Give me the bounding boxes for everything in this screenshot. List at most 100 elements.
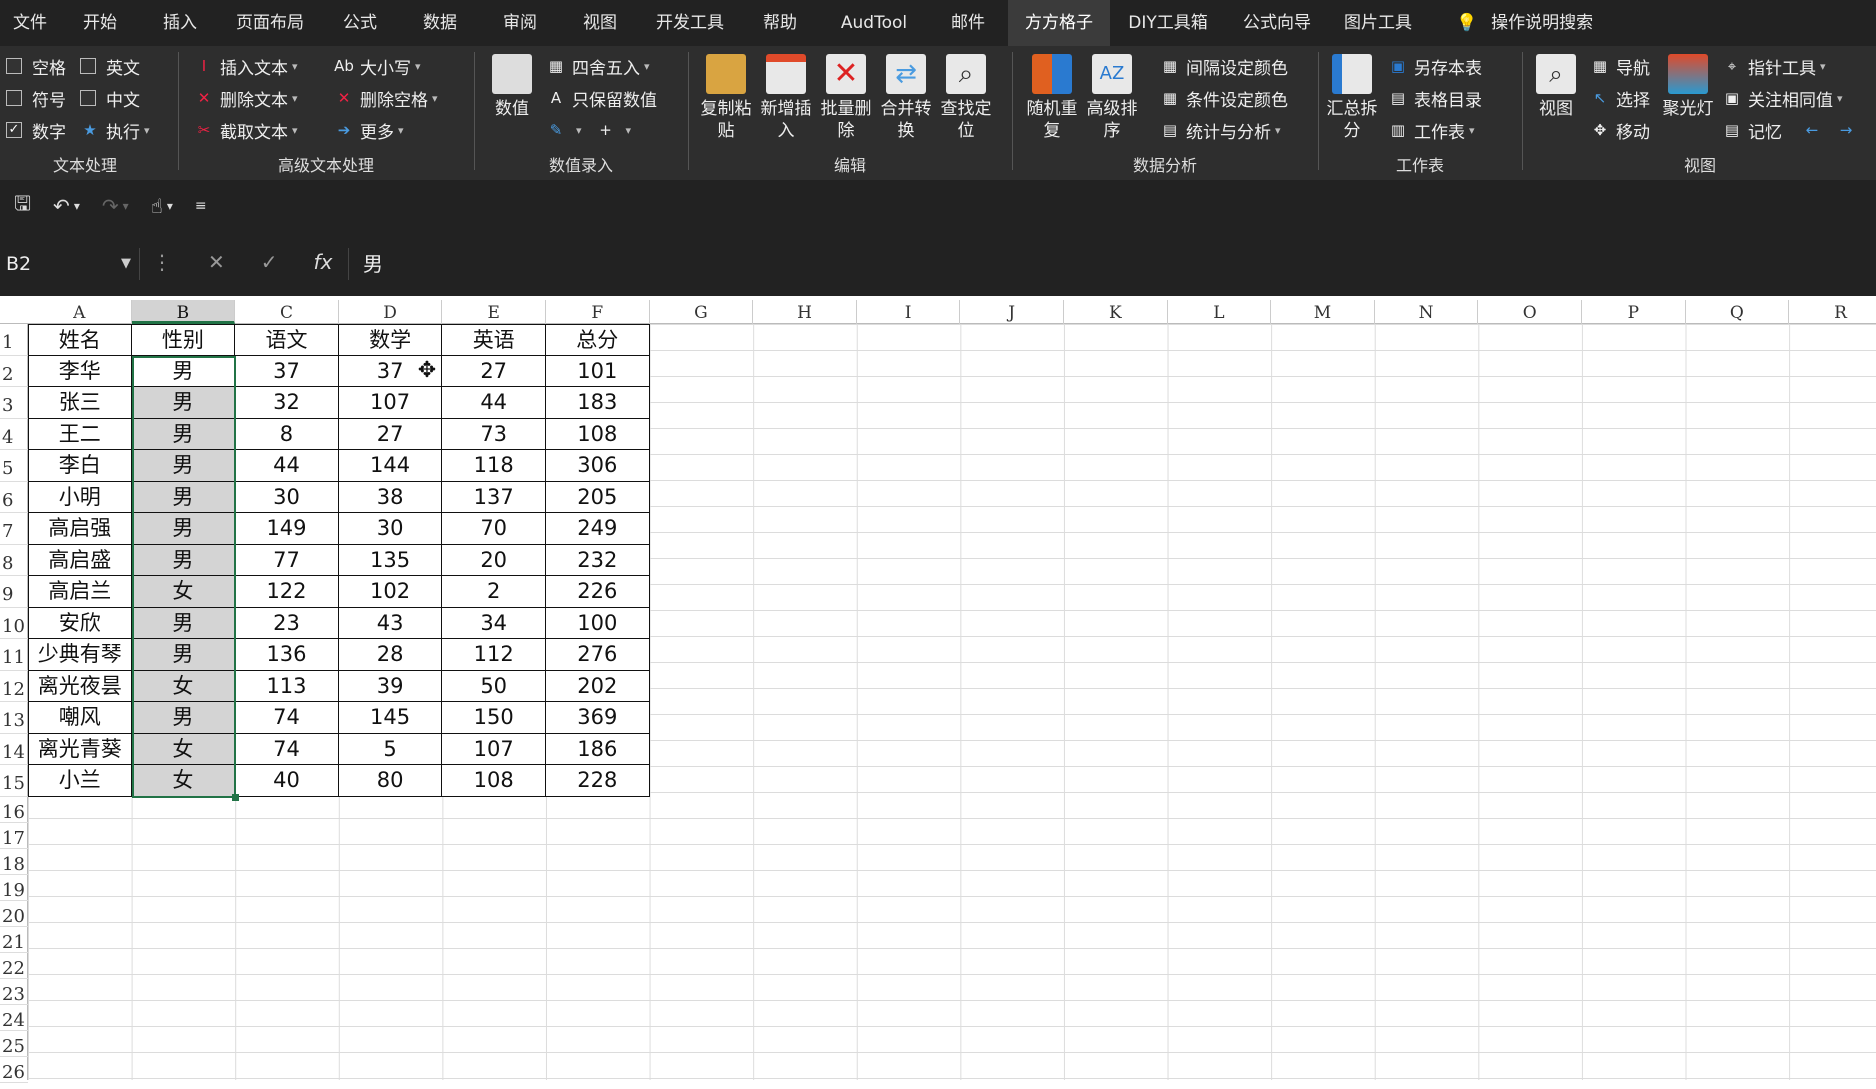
tab-0[interactable]: 文件 (0, 0, 60, 46)
number-tools[interactable]: ✎ ▾ + ▾ (546, 116, 631, 144)
data-cell[interactable]: 39 (338, 670, 443, 702)
data-cell[interactable]: 男 (131, 513, 236, 545)
data-cell[interactable]: 小兰 (28, 765, 132, 797)
spotlight-button[interactable]: 聚光灯 (1660, 54, 1716, 120)
remove-space-button[interactable]: ✕ 删除空格 ▾ (334, 84, 438, 112)
row-header-4[interactable]: 4 (0, 419, 28, 450)
number-button[interactable]: 数值 (484, 54, 540, 120)
data-cell[interactable]: 306 (546, 450, 650, 482)
checkbox-chinese[interactable]: 中文 (80, 84, 140, 112)
checkbox-english[interactable]: 英文 (80, 52, 140, 80)
condition-color-button[interactable]: ▦ 条件设定颜色 (1160, 84, 1288, 112)
fill-handle[interactable] (232, 793, 240, 801)
data-cell[interactable]: 108 (442, 765, 546, 797)
data-cell[interactable]: 369 (546, 702, 650, 734)
table-directory-button[interactable]: ▤ 表格目录 (1388, 84, 1482, 112)
chevron-down-icon[interactable]: ▼ (121, 248, 131, 280)
data-cell[interactable]: 112 (442, 639, 546, 671)
data-cell[interactable]: 145 (338, 702, 443, 734)
data-cell[interactable]: 30 (235, 481, 339, 513)
merge-convert-button[interactable]: ⇄ 合并转换 (878, 54, 934, 142)
row-header-9[interactable]: 9 (0, 576, 28, 608)
row-header-13[interactable]: 13 (0, 702, 28, 734)
data-cell[interactable]: 男 (131, 387, 236, 419)
column-header-N[interactable]: N (1375, 300, 1479, 324)
extract-text-button[interactable]: ✂ 截取文本 ▾ (194, 116, 298, 144)
row-header-19[interactable]: 19 (0, 875, 28, 901)
same-value-button[interactable]: ▣ 关注相同值 ▾ (1722, 84, 1843, 112)
column-header-D[interactable]: D (339, 300, 443, 324)
data-cell[interactable]: 高启强 (28, 513, 132, 545)
redo-dropdown-icon[interactable]: ▾ (123, 199, 129, 213)
tab-1[interactable]: 开始 (60, 0, 140, 46)
row-header-11[interactable]: 11 (0, 639, 28, 671)
tab-4[interactable]: 公式 (320, 0, 400, 46)
data-cell[interactable]: 女 (131, 733, 236, 765)
column-header-E[interactable]: E (442, 300, 546, 324)
data-cell[interactable]: 高启盛 (28, 544, 132, 576)
data-cell[interactable]: 50 (442, 670, 546, 702)
save-sheet-button[interactable]: ▣ 另存本表 (1388, 52, 1482, 80)
checkbox-symbol[interactable]: 符号 (6, 84, 66, 112)
column-header-K[interactable]: K (1064, 300, 1168, 324)
data-cell[interactable]: 183 (546, 387, 650, 419)
data-cell[interactable]: 女 (131, 765, 236, 797)
data-cell[interactable]: 王二 (28, 418, 132, 450)
data-cell[interactable]: 118 (442, 450, 546, 482)
summary-split-button[interactable]: 汇总拆分 (1324, 54, 1380, 142)
data-cell[interactable]: 205 (546, 481, 650, 513)
data-cell[interactable]: 李白 (28, 450, 132, 482)
arrow-left-icon[interactable]: ← (1802, 120, 1822, 140)
data-cell[interactable]: 40 (235, 765, 339, 797)
data-cell[interactable]: 135 (338, 544, 443, 576)
data-cell[interactable]: 小明 (28, 481, 132, 513)
data-cell[interactable]: 男 (131, 481, 236, 513)
data-cell[interactable]: 高启兰 (28, 576, 132, 608)
data-cell[interactable]: 136 (235, 639, 339, 671)
column-header-O[interactable]: O (1478, 300, 1582, 324)
header-cell[interactable]: 英语 (442, 324, 546, 356)
data-cell[interactable]: 张三 (28, 387, 132, 419)
new-insert-button[interactable]: 新增插入 (758, 54, 814, 142)
row-header-12[interactable]: 12 (0, 671, 28, 702)
tab-3[interactable]: 页面布局 (220, 0, 320, 46)
select-button[interactable]: ↖ 选择 (1590, 84, 1650, 112)
row-header-25[interactable]: 25 (0, 1031, 28, 1057)
batch-delete-button[interactable]: ✕ 批量删除 (818, 54, 874, 142)
tab-5[interactable]: 数据 (400, 0, 480, 46)
advanced-sort-button[interactable]: AZ 高级排序 (1084, 54, 1140, 142)
customize-qat-icon[interactable]: ≡ (195, 198, 207, 214)
data-cell[interactable]: 男 (131, 639, 236, 671)
data-cell[interactable]: 102 (338, 576, 443, 608)
row-header-8[interactable]: 8 (0, 545, 28, 576)
header-cell[interactable]: 性别 (131, 324, 236, 356)
touch-mode-icon[interactable]: ☝ (151, 194, 163, 218)
data-cell[interactable]: 74 (235, 733, 339, 765)
row-header-14[interactable]: 14 (0, 734, 28, 765)
data-cell[interactable]: 44 (442, 387, 546, 419)
data-cell[interactable]: 73 (442, 418, 546, 450)
row-header-20[interactable]: 20 (0, 901, 28, 927)
row-header-24[interactable]: 24 (0, 1005, 28, 1031)
tab-12[interactable]: 方方格子 (1008, 0, 1110, 46)
header-cell[interactable]: 语文 (235, 324, 339, 356)
data-cell[interactable]: 8 (235, 418, 339, 450)
data-cell[interactable]: 20 (442, 544, 546, 576)
arrow-right-icon[interactable]: → (1836, 120, 1856, 140)
data-cell[interactable]: 男 (131, 544, 236, 576)
column-header-F[interactable]: F (546, 300, 650, 324)
tab-6[interactable]: 审阅 (480, 0, 560, 46)
row-header-26[interactable]: 26 (0, 1057, 28, 1083)
data-cell[interactable]: 28 (338, 639, 443, 671)
data-cell[interactable]: 80 (338, 765, 443, 797)
data-cell[interactable]: 男 (131, 450, 236, 482)
name-box[interactable]: B2 ▼ (0, 248, 140, 280)
data-cell[interactable]: 27 (442, 355, 546, 387)
data-cell[interactable]: 李华 (28, 355, 132, 387)
column-header-A[interactable]: A (28, 300, 132, 324)
data-cell[interactable]: 安欣 (28, 607, 132, 639)
tab-8[interactable]: 开发工具 (640, 0, 740, 46)
tab-7[interactable]: 视图 (560, 0, 640, 46)
data-cell[interactable]: 122 (235, 576, 339, 608)
data-cell[interactable]: 38 (338, 481, 443, 513)
